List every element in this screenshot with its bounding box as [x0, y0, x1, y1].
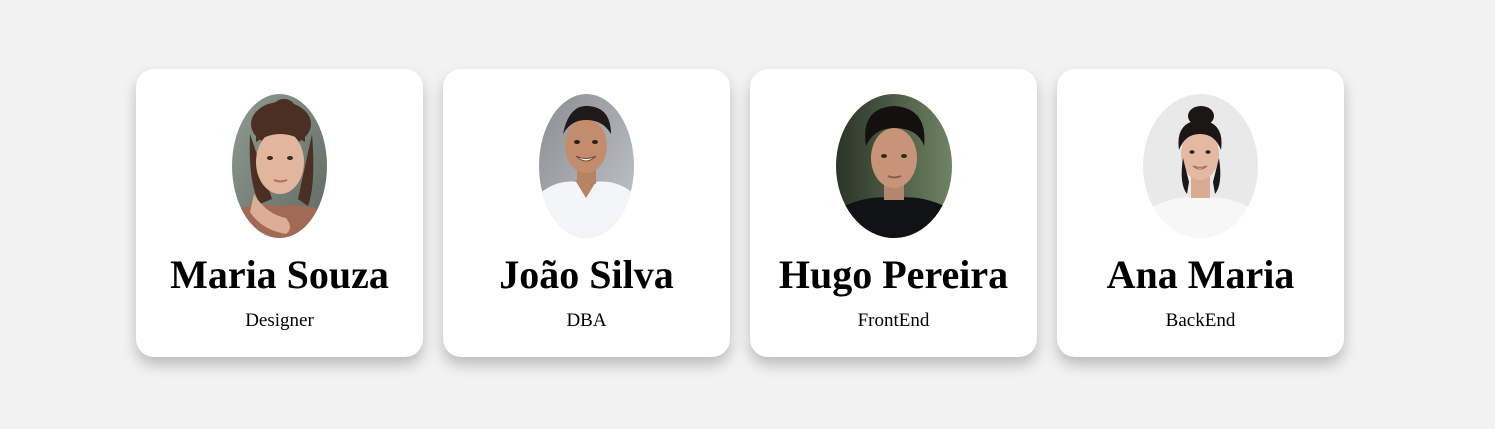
portrait-photo [232, 94, 327, 238]
avatar [835, 94, 952, 238]
member-name: Hugo Pereira [778, 252, 1009, 297]
team-cards: Maria Souza Designer João Silva DBA Hugo… [136, 69, 1344, 357]
member-name: Maria Souza [170, 252, 389, 297]
team-card-ana-maria: Ana Maria BackEnd [1057, 69, 1344, 357]
team-card-joao-silva: João Silva DBA [443, 69, 730, 357]
avatar [232, 94, 327, 238]
avatar [1143, 94, 1258, 238]
member-name: João Silva [499, 252, 674, 297]
portrait-photo [835, 94, 952, 238]
team-card-maria-souza: Maria Souza Designer [136, 69, 423, 357]
member-name: Ana Maria [1106, 252, 1295, 297]
portrait-photo [539, 94, 634, 238]
portrait-photo [1143, 94, 1258, 238]
team-card-hugo-pereira: Hugo Pereira FrontEnd [750, 69, 1037, 357]
member-role: BackEnd [1165, 310, 1236, 331]
member-role: DBA [566, 310, 607, 331]
avatar [539, 94, 634, 238]
member-role: Designer [245, 310, 314, 331]
member-role: FrontEnd [857, 310, 930, 331]
